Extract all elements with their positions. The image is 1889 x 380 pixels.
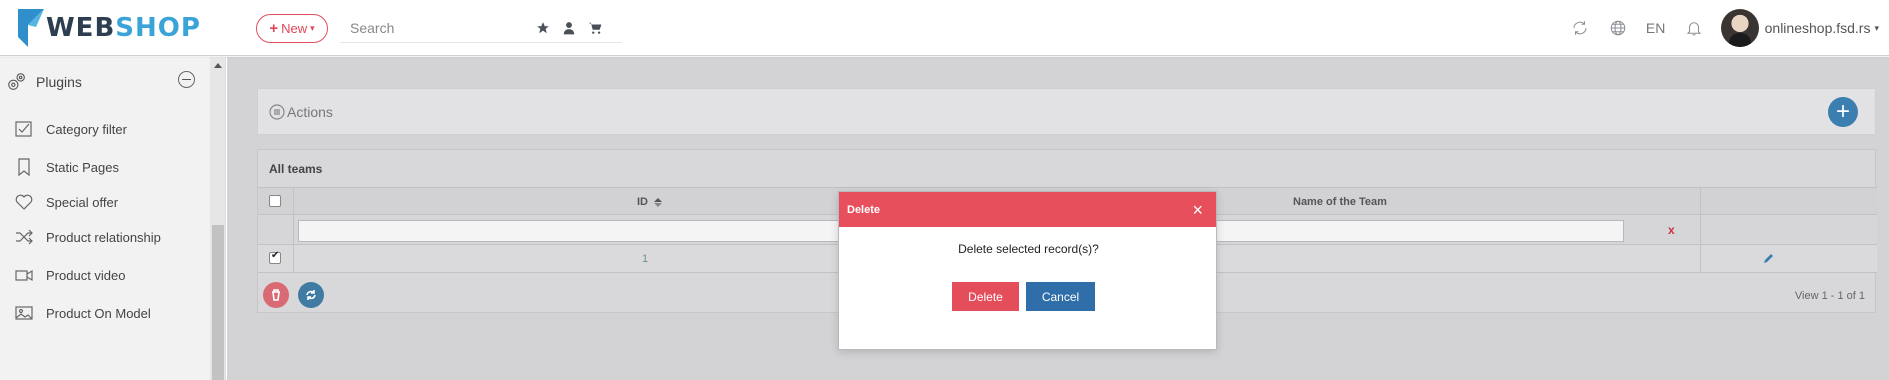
sidebar-item-product-relationship[interactable]: Product relationship xyxy=(0,220,210,254)
logo-mark-icon xyxy=(18,9,44,47)
sidebar-item-label: Product relationship xyxy=(46,229,161,245)
actions-panel: Actions + xyxy=(257,88,1876,135)
refresh-button[interactable] xyxy=(298,282,324,308)
column-header-id[interactable]: ID xyxy=(637,196,662,208)
close-icon[interactable]: × xyxy=(1192,201,1203,219)
sidebar-section-title: Plugins xyxy=(36,74,82,90)
sidebar-item-product-on-model[interactable]: Product On Model xyxy=(0,296,210,330)
new-button[interactable]: + New ▾ xyxy=(256,14,328,43)
sidebar-scrollbar[interactable] xyxy=(210,57,225,380)
actions-label[interactable]: Actions xyxy=(287,104,333,120)
image-icon xyxy=(14,303,34,323)
bell-icon[interactable] xyxy=(1675,9,1713,47)
sidebar-item-special-offer[interactable]: Special offer xyxy=(0,185,210,219)
shuffle-icon xyxy=(14,227,34,247)
row-id: 1 xyxy=(642,253,649,265)
column-header-name[interactable]: Name of the Team xyxy=(1293,196,1387,208)
trash-icon xyxy=(272,289,280,301)
star-icon[interactable] xyxy=(530,15,556,41)
user-name[interactable]: onlineshop.fsd.rs xyxy=(1765,20,1871,36)
search-bar xyxy=(340,13,622,43)
bookmark-icon xyxy=(14,157,34,177)
plus-icon: + xyxy=(1835,98,1850,125)
header-tools: EN onlineshop.fsd.rs ▾ xyxy=(1561,8,1879,48)
chevron-down-icon[interactable]: ▾ xyxy=(1874,23,1879,34)
sidebar-item-product-video[interactable]: Product video xyxy=(0,258,210,292)
sort-icon[interactable] xyxy=(654,197,662,207)
logo-text-shop: SHOP xyxy=(115,13,201,43)
refresh-icon xyxy=(306,290,316,300)
globe-icon[interactable] xyxy=(1599,9,1637,47)
dialog-buttons: Delete Cancel xyxy=(952,282,1095,311)
row-checkbox[interactable] xyxy=(269,250,281,264)
dialog-header: Delete × xyxy=(839,192,1216,227)
search-input[interactable] xyxy=(340,19,530,36)
pencil-icon[interactable] xyxy=(1763,252,1775,264)
sidebar-item-label: Product video xyxy=(46,267,126,283)
column-header-label: Name of the Team xyxy=(1293,196,1387,208)
refresh-icon[interactable] xyxy=(1561,9,1599,47)
clear-filter-icon[interactable]: x xyxy=(1668,223,1675,237)
confirm-delete-button[interactable]: Delete xyxy=(952,282,1019,311)
dialog-title: Delete xyxy=(847,203,881,216)
avatar[interactable] xyxy=(1720,9,1759,47)
scroll-up-icon[interactable] xyxy=(214,63,222,68)
user-icon[interactable] xyxy=(556,15,582,41)
scrollbar-thumb[interactable] xyxy=(212,225,224,380)
language-selector[interactable]: EN xyxy=(1637,20,1675,36)
heart-icon xyxy=(14,192,34,212)
logo-text: WEBSHOP xyxy=(46,13,201,43)
logo[interactable]: WEBSHOP xyxy=(18,8,201,48)
video-icon xyxy=(14,265,34,285)
cart-icon[interactable] xyxy=(582,15,608,41)
sidebar-item-label: Special offer xyxy=(46,194,119,210)
gears-icon xyxy=(6,71,28,93)
sidebar-item-label: Category filter xyxy=(46,121,127,137)
top-bar: WEBSHOP + New ▾ EN onlineshop.fsd.rs ▾ xyxy=(0,0,1889,56)
sidebar-item-category-filter[interactable]: Category filter xyxy=(0,112,210,146)
new-button-label: New xyxy=(281,21,308,36)
sidebar: Plugins Category filter Static Pages Spe… xyxy=(0,57,226,380)
dialog-message: Delete selected record(s)? xyxy=(958,242,1099,256)
sidebar-item-static-pages[interactable]: Static Pages xyxy=(0,150,210,184)
sidebar-item-label: Product On Model xyxy=(46,305,151,321)
sidebar-item-label: Static Pages xyxy=(46,159,119,175)
delete-button[interactable] xyxy=(263,282,289,308)
logo-text-web: WEB xyxy=(46,13,116,43)
select-all-checkbox[interactable] xyxy=(269,195,281,207)
checkbox-icon xyxy=(14,119,34,139)
chevron-down-icon: ▾ xyxy=(310,23,315,33)
collapse-icon[interactable] xyxy=(178,71,195,88)
delete-dialog: Delete × Delete selected record(s)? Dele… xyxy=(838,191,1217,350)
grid-title: All teams xyxy=(269,162,323,176)
pager-text: View 1 - 1 of 1 xyxy=(1794,290,1865,302)
menu-circle-icon[interactable] xyxy=(269,103,285,120)
column-header-label: ID xyxy=(637,196,648,208)
plus-icon: + xyxy=(269,20,279,37)
add-button[interactable]: + xyxy=(1828,97,1858,127)
cancel-button[interactable]: Cancel xyxy=(1026,282,1095,311)
